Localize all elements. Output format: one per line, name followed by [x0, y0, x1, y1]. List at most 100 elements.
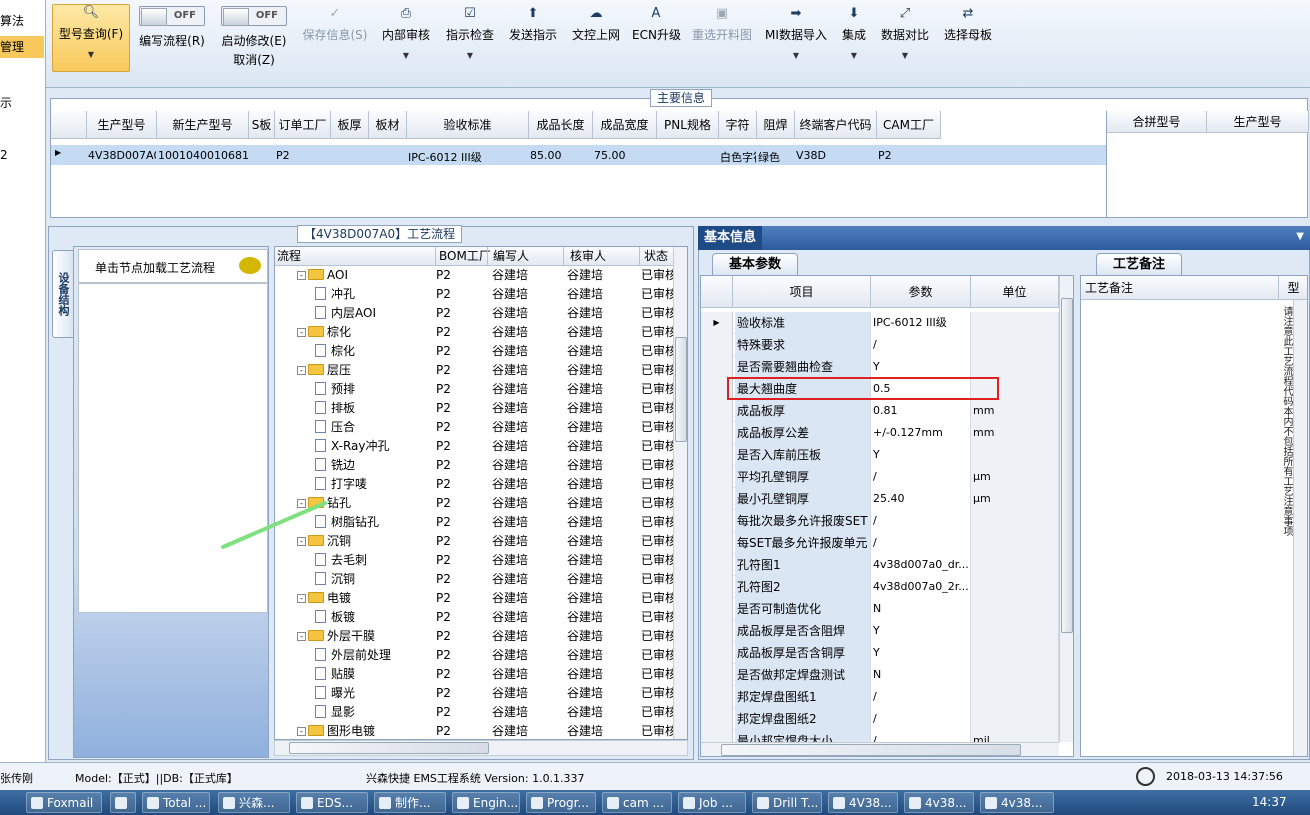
param-row[interactable]: 成品板厚 0.81 mm	[701, 400, 1059, 422]
taskbar-item[interactable]: 4v38...	[904, 792, 974, 813]
param-row[interactable]: 平均孔壁铜厚 / μm	[701, 466, 1059, 488]
click-hint-bar[interactable]: 单击节点加载工艺流程	[78, 249, 268, 283]
tree-row[interactable]: - 钻孔 P2 谷建培 谷建培 已审核	[275, 494, 687, 513]
tray-time[interactable]: 14:37	[1252, 795, 1287, 809]
tree-row[interactable]: 内层AOI P2 谷建培 谷建培 已审核	[275, 304, 687, 323]
equipment-structure-tab[interactable]: 设备结构	[52, 250, 74, 338]
param-row[interactable]: 成品板厚是否含铜厚 Y	[701, 642, 1059, 664]
param-row[interactable]: 是否需要翘曲检查 Y	[701, 356, 1059, 378]
collapse-icon[interactable]: -	[297, 271, 306, 280]
left-nav-item[interactable]: 算法	[0, 12, 44, 29]
column-header[interactable]: 状态	[639, 247, 668, 266]
internal-review-button[interactable]: ⎙ 内部审核 ▼	[380, 6, 432, 80]
param-param[interactable]: 25.40	[871, 488, 971, 510]
param-row[interactable]: 最小孔壁铜厚 25.40 μm	[701, 488, 1059, 510]
cancel-button[interactable]: 取消(Z)	[214, 51, 294, 68]
tree-row[interactable]: - 电镀 P2 谷建培 谷建培 已审核	[275, 589, 687, 608]
scroll-thumb[interactable]	[289, 742, 489, 754]
taskbar-item[interactable]: Drill T...	[752, 792, 822, 813]
tree-row[interactable]: - 外层干膜 P2 谷建培 谷建培 已审核	[275, 627, 687, 646]
collapse-icon[interactable]: -	[297, 727, 306, 736]
param-row[interactable]: 是否可制造优化 N	[701, 598, 1059, 620]
column-header[interactable]: 生产型号	[87, 111, 157, 139]
column-header[interactable]: 核审人	[563, 247, 639, 266]
tree-row[interactable]: 沉铜 P2 谷建培 谷建培 已审核	[275, 570, 687, 589]
tree-row[interactable]: - AOI P2 谷建培 谷建培 已审核	[275, 266, 687, 285]
taskbar-item[interactable]: 4v38...	[980, 792, 1054, 813]
tree-row[interactable]: 树脂钻孔 P2 谷建培 谷建培 已审核	[275, 513, 687, 532]
param-row[interactable]: 最小邦定焊盘大小 / mil	[701, 730, 1059, 742]
scroll-thumb[interactable]	[675, 337, 687, 442]
save-info-button[interactable]: ✓ 保存信息(S)	[300, 6, 370, 80]
collapse-icon[interactable]: -	[297, 594, 306, 603]
param-param[interactable]: Y	[871, 642, 971, 664]
structure-list[interactable]	[78, 283, 268, 613]
send-indicator-button[interactable]: ⬆ 发送指示	[506, 6, 560, 80]
param-row[interactable]: 邦定焊盘图纸2/	[701, 708, 1059, 730]
start-modify-toggle[interactable]: OFF	[221, 6, 287, 26]
tree-row[interactable]: 曝光 P2 谷建培 谷建培 已审核	[275, 684, 687, 703]
column-header[interactable]: CAM工厂	[877, 111, 941, 139]
tree-row[interactable]: 铣边 P2 谷建培 谷建培 已审核	[275, 456, 687, 475]
column-header[interactable]: 新生产型号	[157, 111, 249, 139]
reselect-cut-button[interactable]: ▣ 重选开料图	[690, 6, 754, 80]
param-row[interactable]: 邦定焊盘图纸1/	[701, 686, 1059, 708]
column-header[interactable]: 工艺备注	[1081, 276, 1279, 300]
start-modify-label[interactable]: 启动修改(E)	[214, 32, 294, 49]
tree-row[interactable]: 显影 P2 谷建培 谷建培 已审核	[275, 703, 687, 722]
param-row[interactable]: 是否做邦定焊盘测试 N	[701, 664, 1059, 686]
tree-row[interactable]: 打字唛 P2 谷建培 谷建培 已审核	[275, 475, 687, 494]
taskbar-item[interactable]: cam ...	[602, 792, 672, 813]
column-header[interactable]: 流程	[277, 247, 301, 266]
left-nav-item[interactable]: 2	[0, 148, 44, 162]
horizontal-scrollbar[interactable]	[274, 740, 688, 756]
vertical-scrollbar[interactable]	[1059, 276, 1073, 742]
collapse-icon[interactable]: -	[297, 328, 306, 337]
column-header[interactable]: 生产型号	[1207, 111, 1309, 133]
taskbar-item[interactable]: Total ...	[142, 792, 210, 813]
indicator-check-button[interactable]: ☑ 指示检查 ▼	[444, 6, 496, 80]
tree-row[interactable]: 棕化 P2 谷建培 谷建培 已审核	[275, 342, 687, 361]
column-header[interactable]: 合拼型号	[1107, 111, 1207, 133]
taskbar-item[interactable]: Job ...	[678, 792, 746, 813]
param-param[interactable]: 0.81	[871, 400, 971, 422]
scroll-thumb[interactable]	[721, 744, 1021, 756]
column-header[interactable]: 项目	[733, 276, 871, 308]
param-row[interactable]: ▶ 验收标准 IPC-6012 III级	[701, 312, 1059, 334]
param-row[interactable]: 孔符图2 4v38d007a0_2r...	[701, 576, 1059, 598]
column-header[interactable]: 型	[1279, 276, 1307, 300]
left-nav-item[interactable]: 示	[0, 94, 44, 111]
tree-row[interactable]: 外层前处理 P2 谷建培 谷建培 已审核	[275, 646, 687, 665]
column-header[interactable]: PNL规格	[657, 111, 719, 139]
tree-row[interactable]: 冲孔 P2 谷建培 谷建培 已审核	[275, 285, 687, 304]
param-param[interactable]: Y	[871, 620, 971, 642]
tree-row[interactable]: - 层压 P2 谷建培 谷建培 已审核	[275, 361, 687, 380]
write-flow-label[interactable]: 编写流程(R)	[132, 32, 212, 49]
param-param[interactable]: IPC-6012 III级	[871, 312, 971, 334]
basic-info-header[interactable]: 基本信息	[698, 226, 762, 250]
tree-row[interactable]: 预排 P2 谷建培 谷建培 已审核	[275, 380, 687, 399]
tree-row[interactable]: - 棕化 P2 谷建培 谷建培 已审核	[275, 323, 687, 342]
taskbar-item[interactable]: EDS...	[296, 792, 368, 813]
column-header[interactable]: 订单工厂	[275, 111, 331, 139]
param-row[interactable]: 成品板厚是否含阻焊 Y	[701, 620, 1059, 642]
chevron-down-icon[interactable]: ▼	[1296, 231, 1304, 242]
param-row[interactable]: 成品板厚公差 +/-0.127mm mm	[701, 422, 1059, 444]
column-header[interactable]: 板材	[369, 111, 407, 139]
data-compare-button[interactable]: ⤢ 数据对比 ▼	[878, 6, 932, 80]
param-row[interactable]: 特殊要求 /	[701, 334, 1059, 356]
column-header[interactable]: 板厚	[331, 111, 369, 139]
tree-row[interactable]: 排板 P2 谷建培 谷建培 已审核	[275, 399, 687, 418]
scroll-thumb[interactable]	[1061, 298, 1073, 633]
taskbar-item[interactable]: Progr...	[526, 792, 596, 813]
tree-row[interactable]: - 图形电镀 P2 谷建培 谷建培 已审核	[275, 722, 687, 739]
param-row[interactable]: 是否入库前压板 Y	[701, 444, 1059, 466]
doc-upload-button[interactable]: ☁ 文控上网	[570, 6, 622, 80]
column-header[interactable]: 字符	[719, 111, 757, 139]
param-param[interactable]: /	[871, 708, 971, 730]
taskbar-item[interactable]: 制作...	[374, 792, 446, 813]
model-query-button[interactable]: 🔍︎ 型号查询(F) ▼	[52, 4, 130, 72]
param-param[interactable]: 4v38d007a0_2r...	[871, 576, 971, 598]
column-header[interactable]: 参数	[871, 276, 971, 308]
left-nav-item-selected[interactable]: 管理	[0, 36, 44, 58]
